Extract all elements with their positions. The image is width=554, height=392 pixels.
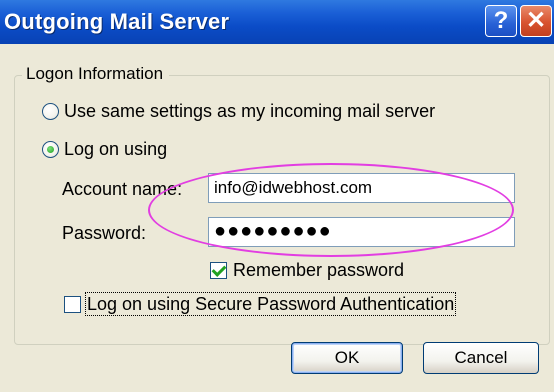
window-title: Outgoing Mail Server: [4, 9, 230, 34]
help-icon: ?: [493, 7, 509, 34]
radio-same-settings-label[interactable]: Use same settings as my incoming mail se…: [64, 101, 435, 121]
logon-group-label: Logon Information: [22, 64, 170, 84]
password-value: ●●●●●●●●●: [214, 220, 332, 242]
remember-password-label[interactable]: Remember password: [233, 260, 404, 280]
ok-button[interactable]: OK: [291, 342, 403, 374]
spa-label[interactable]: Log on using Secure Password Authenticat…: [84, 291, 457, 316]
account-name-value: info@idwebhost.com: [214, 178, 373, 197]
cancel-button[interactable]: Cancel: [423, 342, 539, 374]
help-button[interactable]: ?: [485, 5, 517, 37]
spa-checkbox[interactable]: Log on using Secure Password Authenticat…: [64, 291, 457, 316]
remember-password-checkbox[interactable]: Remember password: [210, 259, 404, 281]
title-bar: Outgoing Mail Server ? ✕: [0, 0, 554, 44]
dialog-body: Logon Information Use same settings as m…: [0, 44, 554, 392]
password-field[interactable]: ●●●●●●●●●: [208, 217, 515, 247]
remember-password-box[interactable]: [210, 261, 227, 279]
radio-log-on-using-circle[interactable]: [42, 140, 59, 158]
radio-log-on-using-label[interactable]: Log on using: [64, 139, 167, 159]
radio-same-settings-circle[interactable]: [42, 102, 59, 120]
close-icon: ✕: [525, 7, 547, 34]
close-button[interactable]: ✕: [520, 5, 552, 37]
radio-log-on-using[interactable]: Log on using: [42, 138, 167, 160]
radio-same-settings[interactable]: Use same settings as my incoming mail se…: [42, 100, 435, 122]
spa-box[interactable]: [64, 295, 81, 313]
password-label: Password:: [62, 223, 147, 243]
account-name-field[interactable]: info@idwebhost.com: [208, 173, 515, 203]
account-name-label: Account name:: [62, 179, 183, 199]
